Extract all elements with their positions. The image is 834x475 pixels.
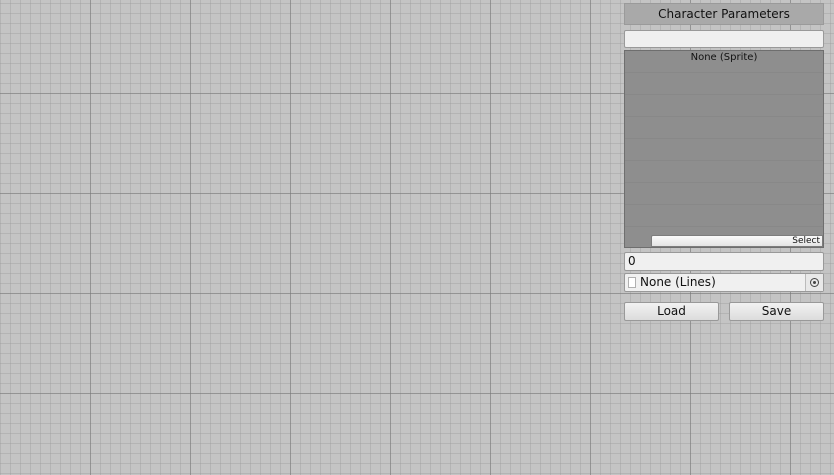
object-picker-icon[interactable]: [805, 274, 823, 291]
save-button[interactable]: Save: [729, 302, 824, 321]
sprite-field[interactable]: None (Sprite) Select: [624, 50, 824, 248]
document-icon: [628, 277, 636, 288]
button-row: Load Save: [624, 302, 824, 321]
sprite-field-label: None (Sprite): [690, 52, 758, 63]
sprite-select-button[interactable]: Select: [651, 235, 823, 247]
lines-object-field[interactable]: None (Lines): [624, 273, 824, 292]
character-parameters-panel: Character Parameters None (Sprite) Selec…: [624, 3, 824, 321]
character-name-input[interactable]: [624, 30, 824, 48]
number-field[interactable]: 0: [624, 252, 824, 271]
lines-field-label: None (Lines): [640, 275, 716, 289]
panel-title: Character Parameters: [624, 3, 824, 25]
load-button[interactable]: Load: [624, 302, 719, 321]
